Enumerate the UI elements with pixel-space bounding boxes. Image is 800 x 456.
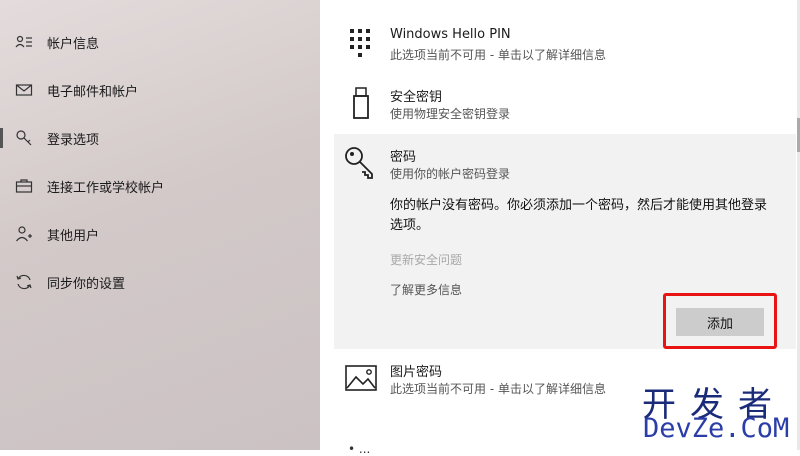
red-highlight-box	[663, 293, 777, 349]
sidebar-item-label: 登录选项	[47, 132, 100, 148]
sidebar-item-email-accounts[interactable]: 电子邮件和帐户	[0, 72, 320, 108]
option-title: 图片密码	[390, 365, 443, 380]
key-icon	[14, 128, 34, 148]
no-password-message: 你的帐户没有密码。你必须添加一个密码，然后才能使用其他登录选项。	[390, 198, 768, 233]
option-subtitle: 使用物理安全密钥登录	[390, 107, 511, 121]
picture-icon	[344, 361, 378, 395]
sidebar-item-label: 同步你的设置	[47, 276, 126, 292]
option-subtitle: 此选项当前不可用 - 单击以了解详细信息	[390, 382, 606, 396]
sidebar-item-label: 其他用户	[47, 228, 100, 244]
person-add-icon	[14, 224, 34, 244]
password-key-icon	[344, 146, 378, 180]
sync-icon	[14, 272, 34, 292]
security-key-option[interactable]: 安全密钥 使用物理安全密钥登录	[334, 86, 794, 122]
sidebar-item-work-school[interactable]: 连接工作或学校帐户	[0, 168, 320, 204]
keypad-icon	[344, 27, 378, 61]
mail-icon	[14, 80, 34, 100]
sidebar-item-sign-in-options[interactable]: 登录选项	[0, 120, 320, 156]
usb-key-icon	[344, 86, 378, 120]
sidebar-item-label: 帐户信息	[47, 36, 100, 52]
option-title: 安全密钥	[390, 90, 443, 105]
next-option-cutoff: • ...	[348, 442, 371, 456]
sidebar-item-other-users[interactable]: 其他用户	[0, 216, 320, 252]
sidebar-item-account-info[interactable]: 帐户信息	[0, 24, 320, 60]
learn-more-link[interactable]: 了解更多信息	[390, 281, 462, 298]
option-title: 密码	[390, 150, 417, 165]
sidebar-item-label: 连接工作或学校帐户	[47, 180, 165, 196]
update-security-questions-link[interactable]: 更新安全问题	[390, 251, 462, 268]
sidebar-item-label: 电子邮件和帐户	[47, 84, 139, 100]
sidebar-item-sync-settings[interactable]: 同步你的设置	[0, 264, 320, 300]
option-subtitle: 此选项当前不可用 - 单击以了解详细信息	[390, 48, 606, 62]
sidebar: 帐户信息 电子邮件和帐户 登录选项 连接工作或学校帐户 其他用户 同步你的设置	[0, 0, 320, 450]
option-title: Windows Hello PIN	[390, 27, 511, 42]
briefcase-icon	[14, 176, 34, 196]
windows-hello-pin-option[interactable]: Windows Hello PIN 此选项当前不可用 - 单击以了解详细信息	[334, 27, 794, 63]
watermark-english: DevZe.CoM	[643, 413, 790, 444]
option-subtitle: 使用你的帐户密码登录	[390, 167, 511, 181]
account-info-icon	[14, 32, 34, 52]
